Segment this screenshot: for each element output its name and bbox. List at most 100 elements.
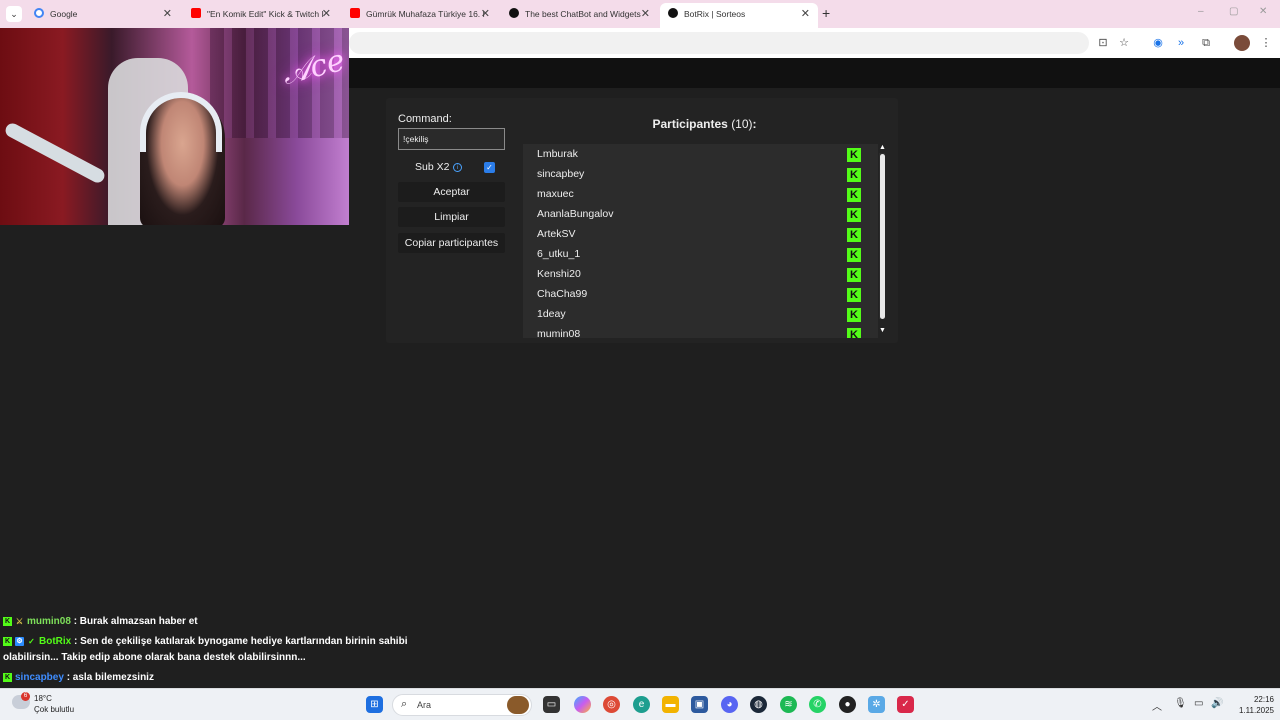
system-clock[interactable]: 22:16 1.11.2025	[1226, 694, 1274, 716]
chat-text: : asla bilemezsiniz	[66, 672, 154, 683]
close-icon[interactable]: ✕	[801, 7, 810, 20]
list-item: sincapbey K	[523, 165, 868, 185]
whatsapp-icon[interactable]: ✆	[809, 696, 826, 713]
maximize-button[interactable]: ▢	[1229, 6, 1238, 17]
tab-youtube-1[interactable]: "En Komik Edit" Kick & Twitch I ✕	[183, 3, 339, 25]
taskbar: 6 18°C Çok bulutlu ⊞ ⌕ Ara ▭ ◎ e ▬ ▣ ◕ ◍…	[0, 688, 1280, 720]
google-icon	[34, 8, 44, 18]
command-input[interactable]	[398, 128, 505, 150]
copilot-icon[interactable]	[574, 696, 591, 713]
kick-icon: K	[847, 228, 861, 242]
chat-text: : Burak almazsan haber et	[73, 616, 198, 627]
kick-badge-icon: K	[3, 672, 12, 682]
new-tab-button[interactable]: +	[822, 5, 830, 21]
chat-username: sincapbey	[15, 672, 64, 683]
chevron-up-icon[interactable]: ︿	[1152, 698, 1162, 713]
pocket-icon[interactable]: ✓	[897, 696, 914, 713]
participants-count: (10)	[731, 117, 753, 131]
tab-youtube-2[interactable]: Gümrük Muhafaza Türkiye 16. I ✕	[342, 3, 498, 25]
clock-date: 1.11.2025	[1239, 706, 1274, 715]
taskbar-search[interactable]: ⌕ Ara	[392, 694, 532, 716]
address-bar[interactable]	[349, 32, 1089, 54]
tab-search-button[interactable]: ⌄	[6, 6, 22, 22]
tab-botrix-widgets[interactable]: The best ChatBot and Widgets ✕	[501, 3, 658, 25]
scroll-up-arrow[interactable]: ▲	[879, 144, 886, 151]
kick-badge-icon: K	[3, 636, 12, 646]
chat-message: K ⚔ mumin08 : Burak almazsan haber et	[3, 616, 198, 627]
chat-text: : Sen de çekilişe katılarak bynogame hed…	[74, 636, 408, 647]
close-icon[interactable]: ✕	[322, 7, 331, 20]
search-placeholder: Ara	[417, 700, 432, 710]
youtube-icon	[350, 8, 360, 18]
list-item: ChaCha99 K	[523, 285, 868, 305]
accept-button[interactable]: Aceptar	[398, 182, 505, 202]
participant-name: 6_utku_1	[537, 248, 581, 260]
kick-icon: K	[847, 148, 861, 162]
bookmark-star-icon[interactable]: ☆	[1116, 35, 1132, 51]
settings-gear-icon[interactable]: ✲	[868, 696, 885, 713]
kick-icon: K	[847, 268, 861, 282]
chrome-icon[interactable]: ◎	[603, 696, 620, 713]
extension-icon[interactable]: ◉	[1150, 35, 1166, 51]
command-label: Command:	[398, 113, 452, 125]
weather-condition[interactable]: Çok bulutlu	[34, 705, 74, 714]
volume-icon[interactable]: 🔊	[1211, 698, 1223, 709]
file-explorer-icon[interactable]: ▬	[662, 696, 679, 713]
store-icon[interactable]: ▣	[691, 696, 708, 713]
tab-google[interactable]: Google ✕	[26, 3, 180, 25]
temperature[interactable]: 18°C	[34, 694, 52, 703]
microphone-icon[interactable]: 🎙	[1174, 698, 1187, 709]
search-icon: ⌕	[401, 698, 408, 710]
app-icon[interactable]: ●	[839, 696, 856, 713]
list-item: 1deay K	[523, 305, 868, 325]
sub-x2-checkbox[interactable]: ✓	[484, 162, 495, 173]
microphone-arm	[3, 120, 107, 186]
list-item: 6_utku_1 K	[523, 245, 868, 265]
edge-icon[interactable]: e	[633, 696, 650, 713]
tab-title: Gümrük Muhafaza Türkiye 16. I	[366, 9, 485, 19]
profile-avatar[interactable]	[1234, 35, 1250, 51]
participant-name: Lmburak	[537, 148, 578, 160]
participant-name: 1deay	[537, 308, 566, 320]
webcam-overlay: 𝒜ce	[0, 28, 349, 225]
minimize-button[interactable]: –	[1198, 6, 1204, 17]
participants-title: Participantes	[652, 117, 728, 131]
discord-icon[interactable]: ◕	[721, 696, 738, 713]
list-item: AnanlaBungalov K	[523, 205, 868, 225]
browser-tab-strip: ⌄ Google ✕ "En Komik Edit" Kick & Twitch…	[0, 0, 1280, 28]
info-icon[interactable]: i	[453, 163, 462, 172]
participant-name: ChaCha99	[537, 288, 588, 300]
scroll-down-arrow[interactable]: ▼	[879, 327, 886, 334]
botrix-icon	[509, 8, 519, 18]
list-item: Lmburak K	[523, 145, 868, 165]
tab-title: "En Komik Edit" Kick & Twitch I	[207, 9, 324, 19]
network-icon[interactable]: ▭	[1194, 698, 1203, 709]
close-icon[interactable]: ✕	[641, 7, 650, 20]
tab-botrix-sorteos[interactable]: BotRix | Sorteos ✕	[660, 3, 818, 28]
clear-button[interactable]: Limpiar	[398, 207, 505, 227]
sub-x2-row: Sub X2 i ✓	[398, 160, 505, 176]
menu-dots-icon[interactable]: ⋮	[1258, 35, 1274, 51]
page-header-bar	[349, 58, 1280, 88]
close-icon[interactable]: ✕	[481, 7, 490, 20]
read-aloud-icon[interactable]: »	[1173, 35, 1189, 51]
kick-icon: K	[847, 248, 861, 262]
kick-icon: K	[847, 308, 861, 322]
close-icon[interactable]: ✕	[163, 7, 172, 20]
close-window-button[interactable]: ✕	[1259, 6, 1267, 17]
task-view-icon[interactable]: ▭	[543, 696, 560, 713]
sub-x2-label: Sub X2	[415, 161, 450, 173]
tab-title: BotRix | Sorteos	[684, 9, 746, 19]
participants-colon: :	[752, 117, 757, 131]
participants-list[interactable]: Lmburak K sincapbey K maxuec K AnanlaBungal…	[523, 144, 878, 338]
steam-icon[interactable]: ◍	[750, 696, 767, 713]
list-item: mumin08 K	[523, 325, 868, 338]
kick-icon: K	[847, 288, 861, 302]
scrollbar-thumb[interactable]	[880, 154, 885, 319]
translate-icon[interactable]: ⊡	[1095, 35, 1111, 51]
start-windows-icon[interactable]: ⊞	[366, 696, 383, 713]
kick-icon: K	[847, 328, 861, 338]
spotify-icon[interactable]: ≋	[780, 696, 797, 713]
copy-participants-button[interactable]: Copiar participantes	[398, 233, 505, 253]
extensions-puzzle-icon[interactable]: ⧉	[1198, 35, 1214, 51]
